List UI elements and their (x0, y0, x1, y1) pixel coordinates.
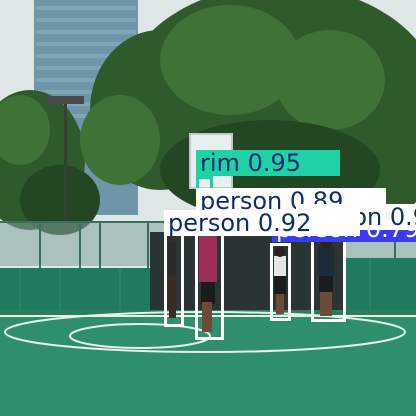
detection-label: rim 0.95 (196, 150, 340, 176)
detection-label: person 0.92 (164, 210, 360, 236)
person-bounding-box (195, 226, 224, 340)
detection-class: person (168, 209, 251, 237)
detection-confidence: 0.95 (247, 149, 301, 177)
person-bounding-box (270, 243, 291, 321)
detection-scene: person 0.79 person 0.89 person 0.90 pers… (0, 0, 416, 416)
person-bounding-box (311, 236, 346, 322)
detection-confidence: 0.90 (389, 203, 416, 231)
detection-class: rim (200, 149, 240, 177)
detection-confidence: 0.92 (257, 209, 312, 237)
person-bounding-box (164, 233, 184, 327)
